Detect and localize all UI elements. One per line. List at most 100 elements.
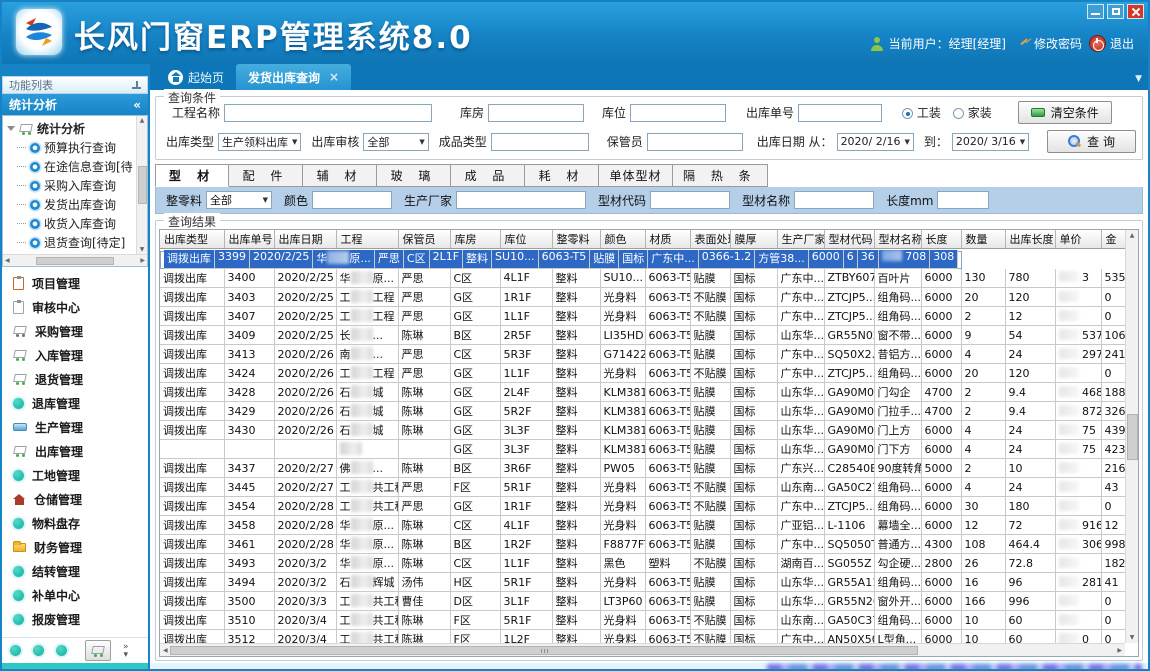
- sidebar-item[interactable]: 退库管理: [2, 391, 148, 415]
- table-row[interactable]: 调拨出库34032020/2/25工工程严思G区1R1F整料光身料6063-T5…: [160, 288, 1125, 307]
- profile-code-input[interactable]: [650, 191, 730, 209]
- tree-item[interactable]: 退货查询[待定]: [7, 233, 147, 252]
- table-row[interactable]: 调拨出库34242020/2/26工工程严思G区1L1F整料光身料6063-T5…: [160, 364, 1125, 383]
- pin-icon[interactable]: [132, 81, 141, 90]
- sidebar-item[interactable]: 工地管理: [2, 463, 148, 487]
- minimize-button[interactable]: [1087, 4, 1104, 19]
- grid-vertical-scrollbar[interactable]: ▲ ▼: [1125, 230, 1138, 643]
- column-header[interactable]: 数量: [961, 230, 1005, 249]
- warehouse-input[interactable]: [488, 104, 584, 122]
- column-header[interactable]: 单价: [1055, 230, 1101, 249]
- scroll-left-icon[interactable]: ◀: [163, 647, 168, 654]
- outbound-type-select[interactable]: 生产领料出库▼: [218, 133, 301, 151]
- column-header[interactable]: 出库单号: [224, 230, 274, 249]
- material-tab[interactable]: 单体型材: [599, 164, 673, 187]
- sidebar-item[interactable]: 项目管理: [2, 271, 148, 295]
- table-row[interactable]: 调拨出库34582020/2/28华原...陈琳C区4L1F整料光身料6063-…: [160, 516, 1125, 535]
- sidebar-item[interactable]: 采购管理: [2, 319, 148, 343]
- material-tab[interactable]: 辅 材: [303, 164, 377, 187]
- color-input[interactable]: [312, 191, 392, 209]
- column-header[interactable]: 型材代码: [824, 230, 874, 249]
- statistics-section-header[interactable]: 统计分析 «: [2, 94, 148, 115]
- keeper-input[interactable]: [647, 133, 743, 151]
- column-header[interactable]: 金: [1101, 230, 1125, 249]
- outbound-audit-select[interactable]: 全部▼: [363, 133, 428, 151]
- location-input[interactable]: [630, 104, 726, 122]
- column-header[interactable]: 出库长度: [1005, 230, 1055, 249]
- scrollbar-thumb[interactable]: [36, 257, 114, 265]
- sidebar-item[interactable]: 报废管理: [2, 607, 148, 631]
- table-row[interactable]: 调拨出库34542020/2/28工共工程严思G区1R1F整料光身料6063-T…: [160, 497, 1125, 516]
- scroll-up-icon[interactable]: ▲: [140, 117, 145, 124]
- table-row[interactable]: 调拨出库34372020/2/27佛...陈琳B区3R6F整料PW056063-…: [160, 459, 1125, 478]
- column-header[interactable]: 库房: [450, 230, 500, 249]
- scroll-right-icon[interactable]: ▶: [1117, 647, 1122, 654]
- tree-item[interactable]: 采购入库查询: [7, 176, 147, 195]
- column-header[interactable]: 出库类型: [160, 230, 224, 249]
- table-row[interactable]: 调拨出库34452020/2/27工共工程严思F区5R1F整料光身料6063-T…: [160, 478, 1125, 497]
- table-row[interactable]: 调拨出库34942020/3/2石辉城汤伟H区5R1F整料光身料6063-T5贴…: [160, 573, 1125, 592]
- column-header[interactable]: 膜厚: [730, 230, 777, 249]
- column-header[interactable]: 整零料: [552, 230, 600, 249]
- scrollbar-thumb[interactable]: [1127, 414, 1138, 460]
- tab-home[interactable]: 起始页: [156, 65, 236, 90]
- change-password-button[interactable]: 修改密码: [1014, 35, 1082, 52]
- material-tab[interactable]: 型 材: [155, 164, 229, 187]
- logout-button[interactable]: 退出: [1090, 35, 1134, 52]
- expand-icon[interactable]: [7, 126, 15, 131]
- tree-item[interactable]: 发货出库查询: [7, 195, 147, 214]
- sidebar-item[interactable]: 入库管理: [2, 343, 148, 367]
- radio-gongzhuang[interactable]: 工装: [902, 104, 941, 121]
- grid-horizontal-scrollbar[interactable]: ◀ ▶: [160, 643, 1125, 656]
- tab-list-dropdown-icon[interactable]: ▼: [1135, 74, 1142, 84]
- table-row[interactable]: 调拨出库34302020/2/26石城陈琳G区3L3F整料KLM38176063…: [160, 421, 1125, 440]
- sidebar-item[interactable]: 财务管理: [2, 535, 148, 559]
- column-header[interactable]: 型材名称: [874, 230, 921, 249]
- sidebar-item[interactable]: 生产管理: [2, 415, 148, 439]
- tree-vertical-scrollbar[interactable]: ▲ ▼: [136, 116, 147, 254]
- material-tab[interactable]: 玻 璃: [377, 164, 451, 187]
- material-tab[interactable]: 隔 热 条: [673, 164, 768, 187]
- sidebar-item[interactable]: 物料盘存: [2, 511, 148, 535]
- tree-item[interactable]: 收货入库查询: [7, 214, 147, 233]
- cart-button[interactable]: [85, 640, 111, 661]
- column-header[interactable]: 材质: [645, 230, 690, 249]
- table-row[interactable]: G区3L3F整料KLM38176063-T5贴膜国标山东华...GA90M09.…: [160, 440, 1125, 459]
- table-row[interactable]: 调拨出库34092020/2/25长...陈琳B区2R5F整料LI35HD606…: [160, 326, 1125, 345]
- scroll-right-icon[interactable]: ▶: [140, 257, 145, 264]
- order-no-input[interactable]: [798, 104, 882, 122]
- tree-root-statistics[interactable]: 统计分析: [7, 119, 147, 138]
- tree-item[interactable]: 在途信息查询[待: [7, 157, 147, 176]
- radio-jiazhuang[interactable]: 家装: [953, 104, 992, 121]
- table-row[interactable]: 调拨出库35002020/3/3工共工程曹佳D区3L1F整料LT3P606063…: [160, 592, 1125, 611]
- table-row[interactable]: 调拨出库34932020/3/2华原...陈琳C区1L1F整料黑色塑料不贴膜国标…: [160, 554, 1125, 573]
- sidebar-item[interactable]: 补单中心: [2, 583, 148, 607]
- table-row[interactable]: 调拨出库34292020/2/26石城陈琳G区5R2F整料KLM38176063…: [160, 402, 1125, 421]
- table-row[interactable]: 调拨出库35122020/3/4工共工程陈琳F区1L2F整料光身料6063-T5…: [160, 630, 1125, 644]
- scroll-down-icon[interactable]: ▼: [1130, 634, 1135, 641]
- scroll-up-icon[interactable]: ▲: [1130, 232, 1135, 239]
- table-row[interactable]: 调拨出库34282020/2/26石城陈琳G区2L4F整料KLM38176063…: [160, 383, 1125, 402]
- column-header[interactable]: 工程: [336, 230, 398, 249]
- column-header[interactable]: 库位: [500, 230, 552, 249]
- sidebar-item[interactable]: 出库管理: [2, 439, 148, 463]
- scroll-left-icon[interactable]: ◀: [5, 257, 10, 264]
- clear-conditions-button[interactable]: 清空条件: [1018, 101, 1112, 124]
- sidebar-item[interactable]: 退货管理: [2, 367, 148, 391]
- column-header[interactable]: 表面处理: [690, 230, 730, 249]
- material-tab[interactable]: 耗 材: [525, 164, 599, 187]
- tab-outbound-query[interactable]: 发货出库查询 ×: [236, 64, 351, 90]
- table-row[interactable]: 调拨出库34072020/2/25工工程严思G区1L1F整料光身料6063-T5…: [160, 307, 1125, 326]
- material-tab[interactable]: 配 件: [229, 164, 303, 187]
- column-header[interactable]: 生产厂家: [777, 230, 824, 249]
- column-header[interactable]: 颜色: [600, 230, 645, 249]
- date-to-select[interactable]: 2020/ 3/16▼: [952, 133, 1029, 151]
- circle-icon[interactable]: [56, 645, 67, 656]
- material-tab[interactable]: 成 品: [451, 164, 525, 187]
- sidebar-item[interactable]: 审核中心: [2, 295, 148, 319]
- date-from-select[interactable]: 2020/ 2/16▼: [837, 133, 914, 151]
- more-options-button[interactable]: »▾: [123, 643, 129, 659]
- collapse-icon[interactable]: «: [133, 98, 141, 112]
- table-row[interactable]: 调拨出库35102020/3/4工共工程陈琳F区5R1F整料光身料6063-T5…: [160, 611, 1125, 630]
- sidebar-item[interactable]: 结转管理: [2, 559, 148, 583]
